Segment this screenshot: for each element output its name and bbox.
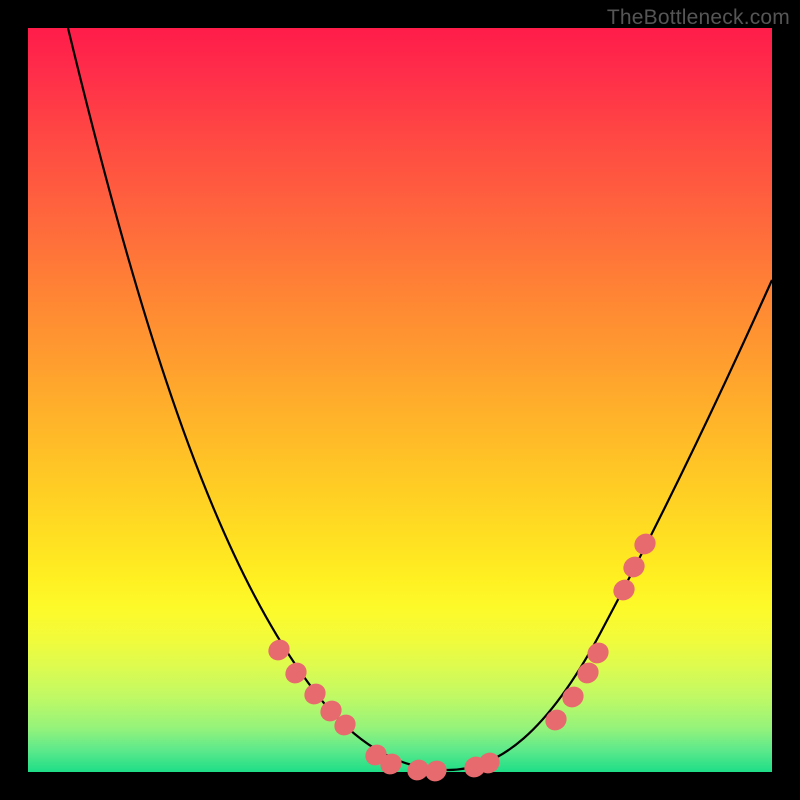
bottleneck-curve <box>68 28 772 770</box>
curve-markers <box>264 529 660 785</box>
curve-marker <box>264 635 294 664</box>
curve-marker <box>558 682 588 711</box>
curve-marker <box>609 575 639 604</box>
curve-marker <box>281 658 311 687</box>
curve-marker <box>619 552 649 581</box>
chart-svg <box>28 28 772 772</box>
curve-marker <box>421 756 451 785</box>
chart-frame <box>28 28 772 772</box>
watermark-text: TheBottleneck.com <box>607 6 790 30</box>
curve-marker <box>541 705 571 734</box>
curve-marker <box>630 529 660 558</box>
